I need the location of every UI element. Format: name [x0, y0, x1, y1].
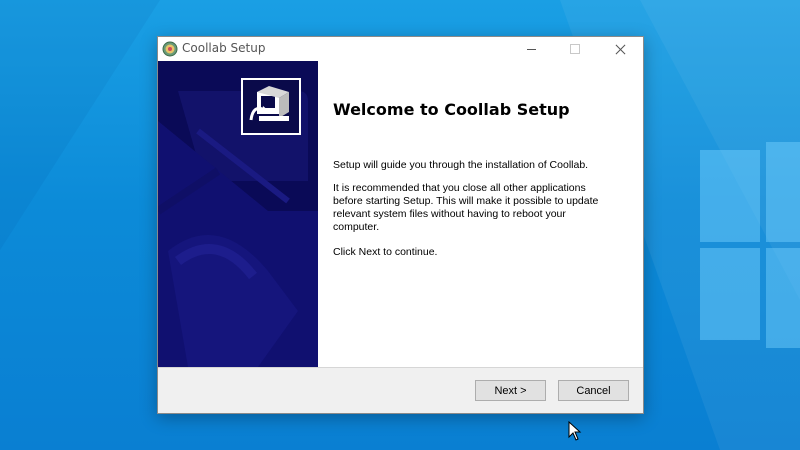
cancel-button[interactable]: Cancel: [558, 380, 629, 401]
footer-divider: [158, 367, 643, 368]
coollab-app-icon: [162, 41, 178, 57]
continue-instruction: Click Next to continue.: [333, 246, 438, 258]
windows-logo-decoration: [700, 142, 800, 450]
minimize-icon: [526, 48, 536, 50]
close-button[interactable]: [598, 37, 642, 61]
recommendation-line: It is recommended that you close all oth…: [333, 182, 586, 194]
title-bar[interactable]: Coollab Setup: [158, 37, 643, 61]
close-icon: [615, 44, 626, 55]
next-button[interactable]: Next >: [475, 380, 546, 401]
dialog-content: Welcome to Coollab Setup Setup will guid…: [158, 61, 643, 367]
maximize-button: [553, 37, 597, 61]
maximize-icon: [570, 44, 580, 54]
welcome-heading: Welcome to Coollab Setup: [333, 100, 570, 119]
recommendation-line: relevant system files without having to …: [333, 208, 566, 220]
installer-banner: [158, 61, 318, 367]
recommendation-paragraph: It is recommended that you close all oth…: [333, 182, 633, 234]
intro-paragraph: Setup will guide you through the install…: [333, 159, 589, 171]
window-title: Coollab Setup: [182, 41, 266, 55]
mouse-cursor-icon: [568, 421, 582, 441]
recommendation-line: computer.: [333, 221, 380, 233]
recommendation-line: before starting Setup. This will make it…: [333, 195, 599, 207]
installer-computer-icon: [241, 78, 301, 135]
setup-dialog: Coollab Setup Welcome to Coollab Setup S…: [157, 36, 644, 414]
minimize-button[interactable]: [509, 37, 553, 61]
